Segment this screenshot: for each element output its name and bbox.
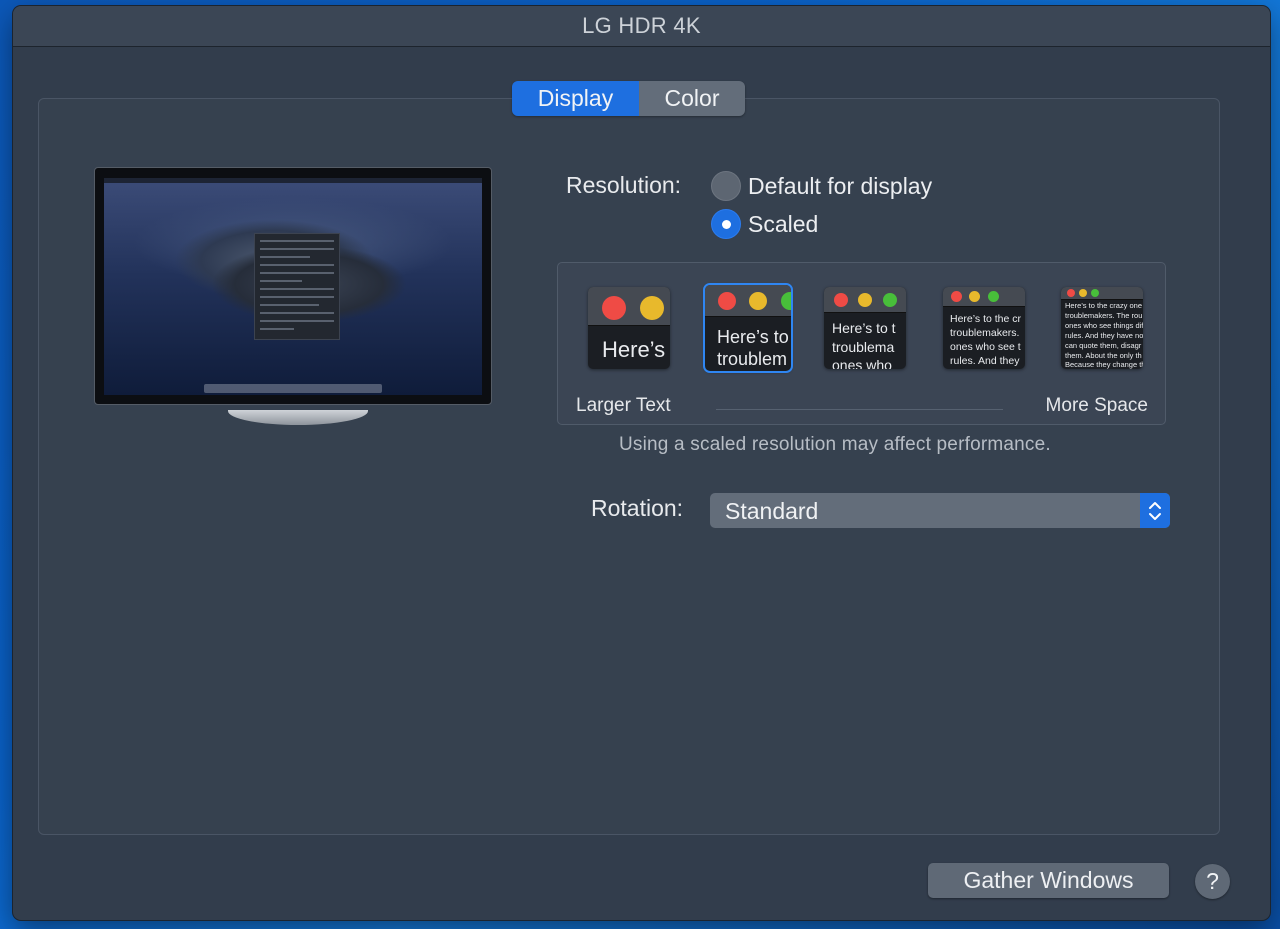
- chevron-up-down-icon[interactable]: [1140, 493, 1170, 528]
- radio-button-selected[interactable]: [711, 209, 741, 239]
- thumb-text: Because they change th: [1065, 360, 1143, 369]
- radio-label: Default for display: [748, 172, 933, 199]
- scale-divider: [716, 409, 1003, 410]
- thumb-text: them. About the only th: [1065, 351, 1142, 360]
- thumb-text: troublemakers. The rou: [1065, 311, 1143, 320]
- thumb-text: rules. And they: [950, 355, 1020, 367]
- performance-note: Using a scaled resolution may affect per…: [619, 434, 1051, 455]
- thumb-text: troublema: [832, 339, 895, 355]
- more-space-label: More Space: [1045, 395, 1148, 416]
- window-title: LG HDR 4K: [582, 13, 701, 38]
- thumb-text: Here’s to the crazy one: [1065, 301, 1142, 310]
- scale-option-4[interactable]: Here’s to the cr troublemakers. ones who…: [943, 287, 1025, 369]
- thumb-text: ones who see things dif: [1065, 321, 1143, 330]
- thumb-text: Here’s to the cr: [950, 313, 1022, 325]
- radio-scaled[interactable]: Scaled: [711, 209, 818, 239]
- wallpaper-preview: [104, 178, 482, 395]
- resolution-label: Resolution:: [566, 172, 682, 198]
- scale-option-3[interactable]: Here’s to t troublema ones who: [824, 287, 906, 369]
- gather-windows-button[interactable]: Gather Windows: [928, 863, 1169, 898]
- monitor-preview: [94, 167, 492, 405]
- tab-bar: Display Color: [512, 81, 745, 116]
- thumb-text: Here’s: [602, 337, 666, 362]
- radio-default-for-display[interactable]: Default for display: [711, 171, 932, 201]
- radio-button[interactable]: [711, 171, 741, 201]
- rotation-select[interactable]: Standard: [710, 493, 1170, 528]
- title-bar: LG HDR 4K: [13, 6, 1270, 47]
- radio-label: Scaled: [748, 210, 819, 237]
- preview-document: [254, 233, 340, 340]
- preview-dock: [204, 384, 382, 393]
- thumb-text: can quote them, disagr: [1065, 341, 1142, 350]
- tab-color[interactable]: Color: [639, 81, 745, 116]
- thumb-text: Here’s to t: [832, 320, 896, 336]
- rotation-label: Rotation:: [591, 495, 684, 521]
- thumb-text: ones who see t: [950, 341, 1021, 353]
- question-mark-icon[interactable]: ?: [1195, 864, 1230, 899]
- thumb-text: troublem: [717, 349, 788, 369]
- tab-display[interactable]: Display: [512, 81, 639, 116]
- thumb-text: rules. And they have no: [1065, 331, 1143, 340]
- preview-menubar: [104, 178, 482, 183]
- scale-option-2[interactable]: Here’s to troublem: [703, 283, 793, 373]
- thumb-text: Here’s to: [717, 327, 789, 347]
- larger-text-label: Larger Text: [576, 395, 671, 416]
- scaled-resolution-picker: Here’s Here’s to troublem Here’s to t tr…: [557, 262, 1166, 425]
- scale-option-5[interactable]: Here’s to the crazy one troublemakers. T…: [1061, 287, 1143, 369]
- rotation-value: Standard: [725, 498, 819, 524]
- scale-option-1[interactable]: Here’s: [588, 287, 670, 369]
- thumb-text: ones who: [832, 357, 892, 369]
- thumb-text: troublemakers.: [950, 327, 1020, 339]
